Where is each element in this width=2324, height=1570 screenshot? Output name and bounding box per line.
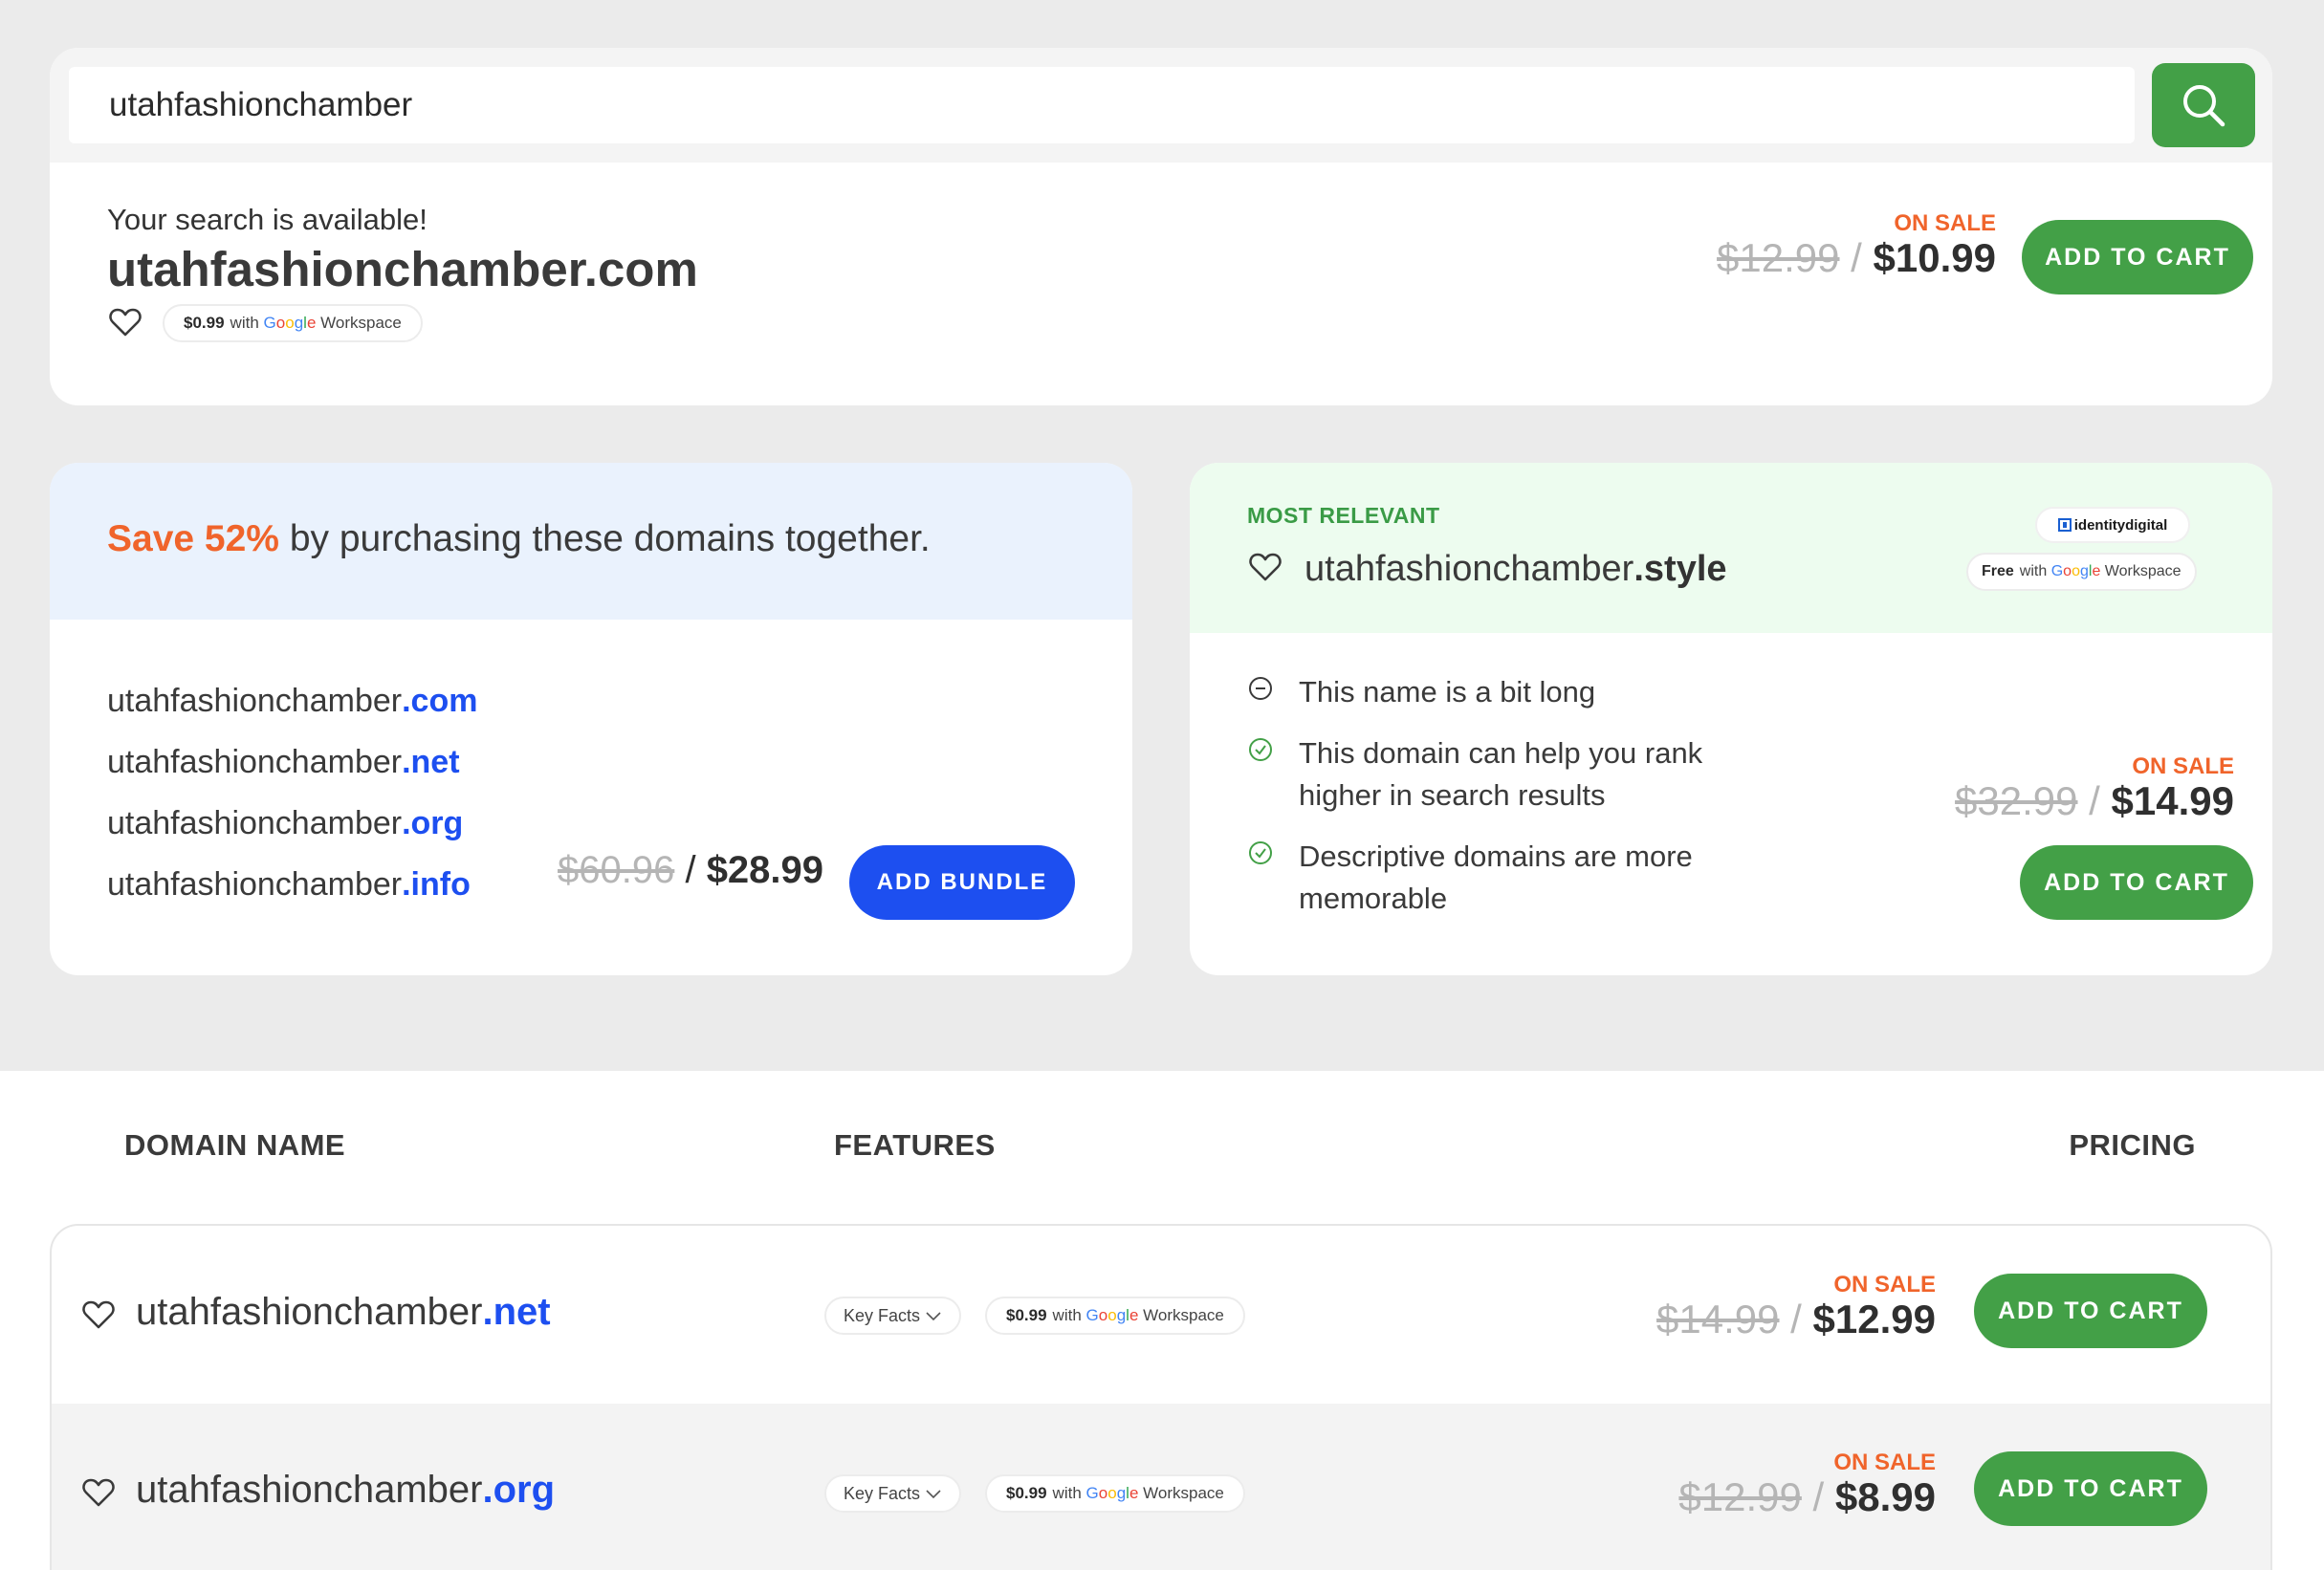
favorite-button[interactable] (1249, 551, 1282, 583)
bundle-price: $60.96 / $28.99 (558, 849, 824, 891)
fact-item: This domain can help you rank higher in … (1247, 732, 1821, 817)
on-sale-label: ON SALE (2132, 753, 2234, 779)
domain-name: utahfashionchamber.net (136, 1291, 551, 1333)
heart-icon (82, 1478, 115, 1507)
google-workspace-badge[interactable]: Free with Google Workspace (1966, 553, 2197, 591)
most-relevant-header: MOST RELEVANT utahfashionchamber.style i… (1190, 463, 2272, 633)
relevant-domain-name: utahfashionchamber.style (1305, 549, 1727, 589)
google-workspace-badge[interactable]: $0.99 with Google Workspace (985, 1474, 1245, 1513)
on-sale-label: ON SALE (1894, 210, 1996, 236)
price: $14.99 / $12.99 (1656, 1297, 1936, 1341)
add-bundle-button[interactable]: ADD BUNDLE (849, 845, 1075, 920)
chevron-down-icon (926, 1312, 941, 1321)
google-logo: Google (2050, 563, 2101, 579)
google-logo: Google (263, 314, 317, 332)
chevron-down-icon (926, 1490, 941, 1499)
heart-icon (1249, 553, 1282, 581)
price: $12.99 / $10.99 (1717, 235, 1996, 280)
add-to-cart-button[interactable]: ADD TO CART (2020, 845, 2253, 920)
available-domain-name: utahfashionchamber.com (107, 242, 698, 296)
minus-circle-icon (1249, 677, 1272, 700)
most-relevant-label: MOST RELEVANT (1247, 503, 1440, 528)
availability-message: Your search is available! (107, 203, 428, 236)
heart-icon (109, 308, 142, 337)
key-facts-dropdown[interactable]: Key Facts (824, 1474, 962, 1513)
bundle-domain: utahfashionchamber.org (107, 805, 464, 841)
table-row: utahfashionchamber.org Key Facts $0.99 wi… (52, 1404, 2270, 1570)
add-to-cart-button[interactable]: ADD TO CART (1974, 1274, 2207, 1348)
search-bar (50, 48, 2272, 163)
fact-item: Descriptive domains are more memorable (1247, 836, 1821, 920)
search-icon (2183, 85, 2225, 127)
heart-icon (82, 1300, 115, 1329)
check-circle-icon (1249, 738, 1272, 761)
google-logo: Google (1085, 1306, 1139, 1324)
key-facts-dropdown[interactable]: Key Facts (824, 1297, 962, 1335)
registry-badge: identitydigital (2035, 507, 2190, 543)
favorite-button[interactable] (109, 306, 142, 338)
column-header-pricing: PRICING (2069, 1128, 2196, 1162)
on-sale-label: ON SALE (1833, 1450, 1936, 1475)
favorite-button[interactable] (82, 1298, 115, 1331)
search-result-card: Your search is available! utahfashioncha… (50, 48, 2272, 405)
identitydigital-logo-icon (2057, 518, 2072, 532)
check-circle-icon (1249, 841, 1272, 864)
bundle-headline: Save 52% by purchasing these domains tog… (107, 518, 931, 559)
domain-name: utahfashionchamber.org (136, 1469, 556, 1511)
most-relevant-card: MOST RELEVANT utahfashionchamber.style i… (1190, 463, 2272, 975)
table-row: utahfashionchamber.net Key Facts $0.99 wi… (52, 1226, 2270, 1404)
fact-item: This name is a bit long (1247, 671, 1821, 713)
domain-results-list: utahfashionchamber.net Key Facts $0.99 wi… (50, 1224, 2272, 1570)
add-to-cart-button[interactable]: ADD TO CART (1974, 1451, 2207, 1526)
column-header-domain: DOMAIN NAME (124, 1128, 346, 1162)
search-input[interactable] (69, 67, 2135, 143)
bundle-domain: utahfashionchamber.com (107, 683, 478, 719)
search-button[interactable] (2152, 63, 2255, 147)
add-to-cart-button[interactable]: ADD TO CART (2022, 220, 2253, 294)
favorite-button[interactable] (82, 1476, 115, 1509)
bundle-domain: utahfashionchamber.net (107, 744, 460, 780)
google-workspace-badge[interactable]: $0.99 with Google Workspace (985, 1297, 1245, 1335)
bundle-domain-list: utahfashionchamber.com utahfashionchambe… (107, 683, 477, 927)
column-header-features: FEATURES (834, 1128, 996, 1162)
price: $32.99 / $14.99 (1955, 778, 2234, 823)
on-sale-label: ON SALE (1833, 1272, 1936, 1297)
bundle-domain: utahfashionchamber.info (107, 866, 471, 903)
google-logo: Google (1085, 1484, 1139, 1502)
bundle-header: Save 52% by purchasing these domains tog… (50, 463, 1132, 620)
google-workspace-badge[interactable]: $0.99 with Google Workspace (163, 304, 423, 342)
price: $12.99 / $8.99 (1678, 1474, 1936, 1519)
